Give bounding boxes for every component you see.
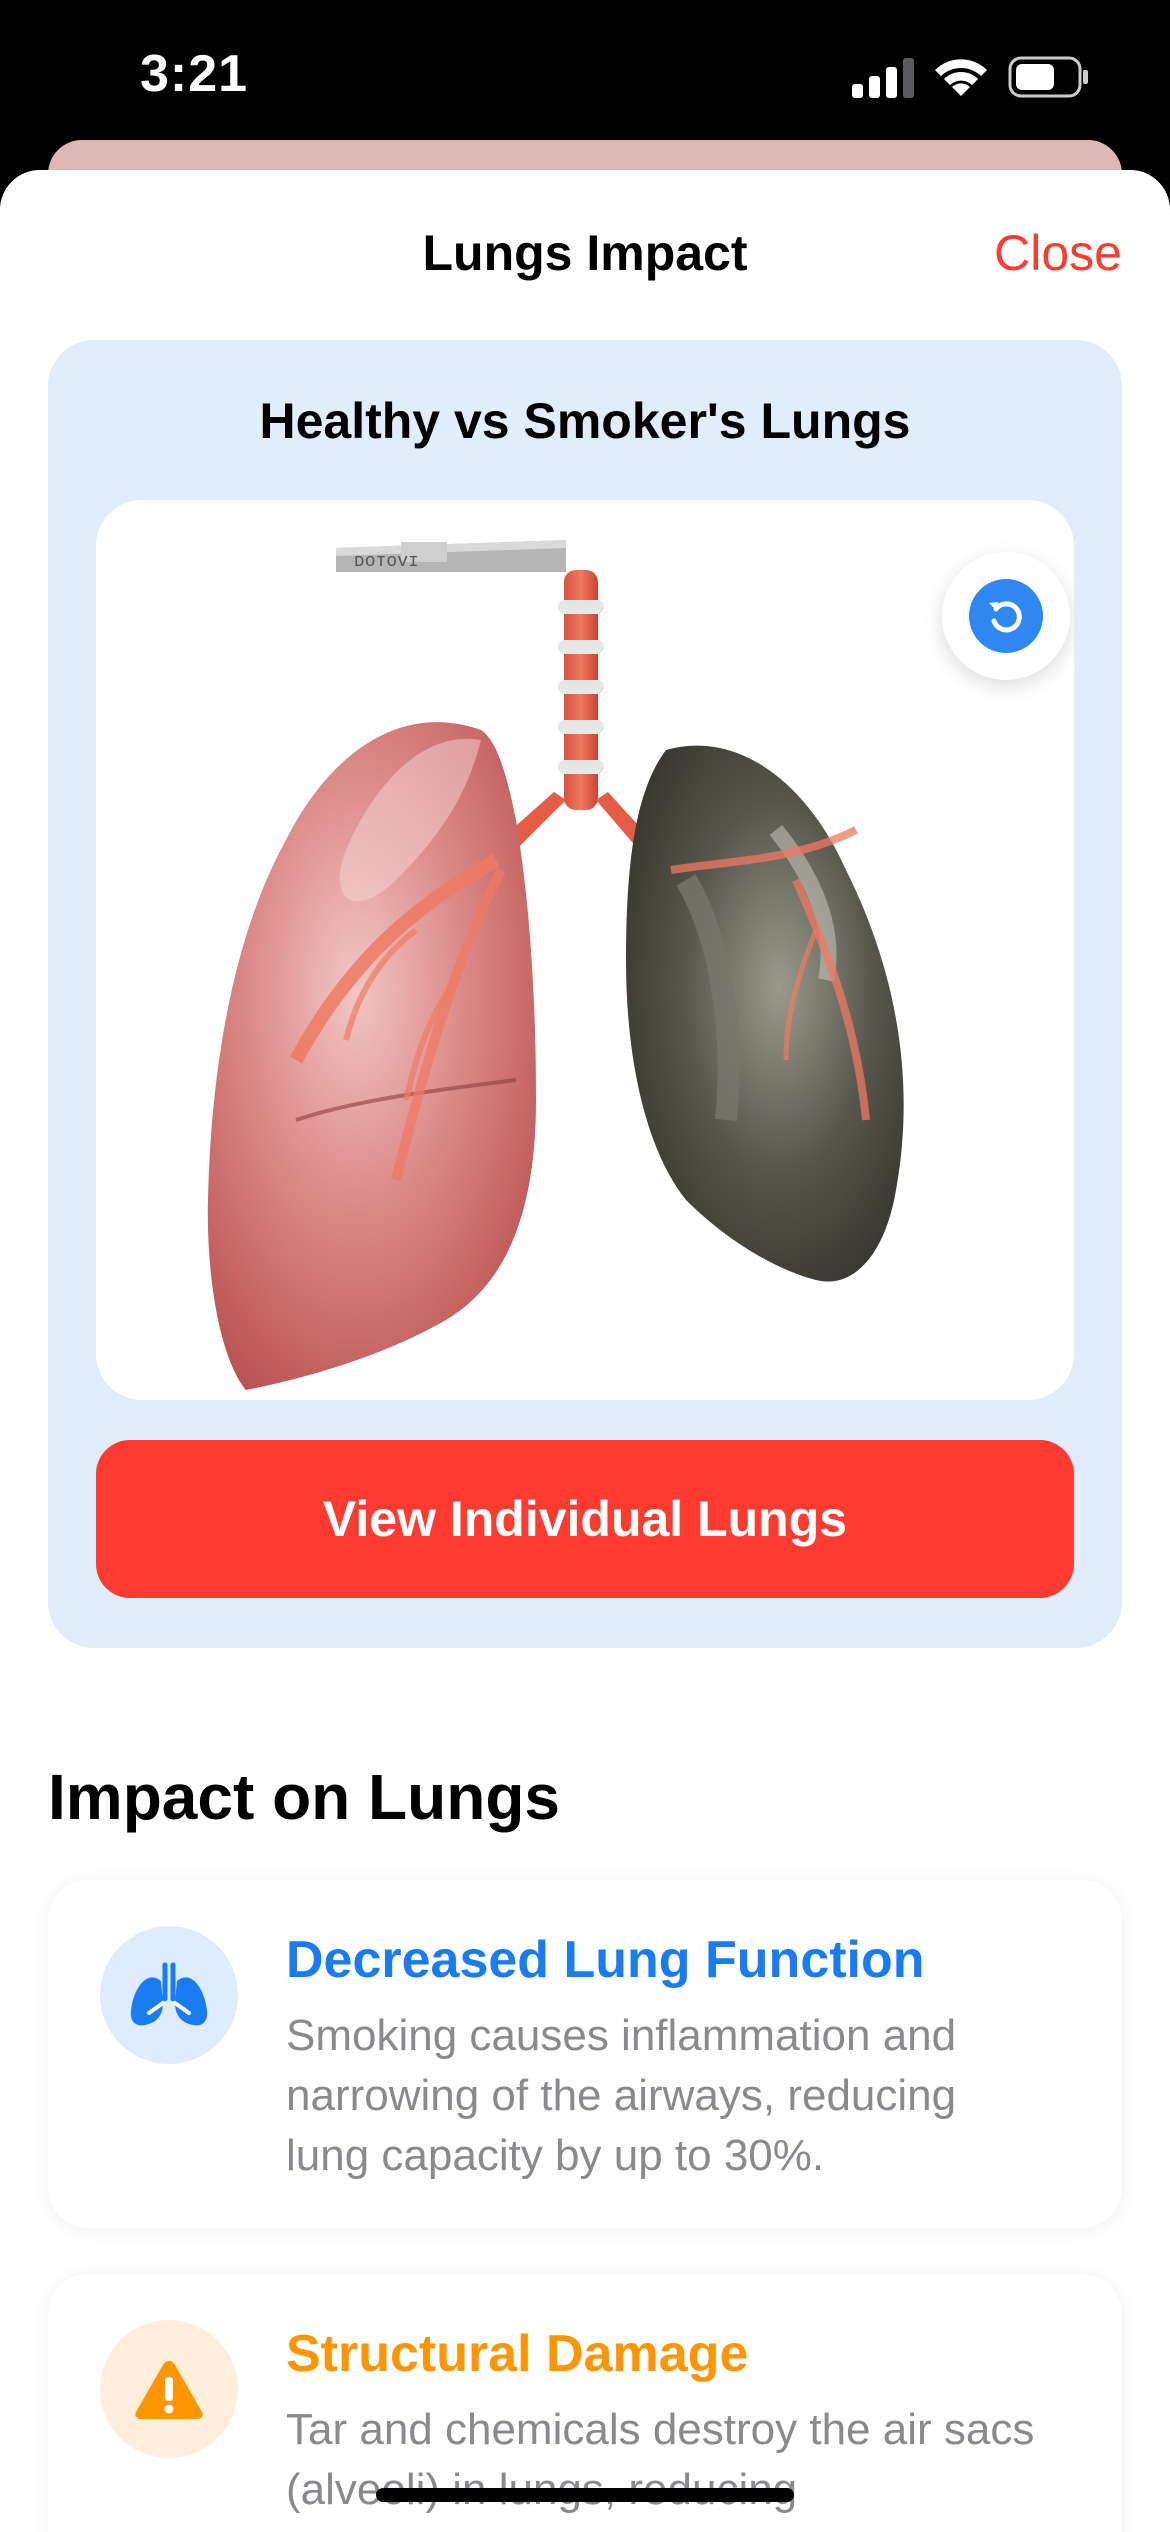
- model-stand-label: ᴅᴏᴛᴏᴠɪ: [354, 552, 419, 572]
- status-time: 3:21: [140, 45, 249, 103]
- reset-view-button[interactable]: [942, 552, 1070, 680]
- impact-description: Smoking causes inflammation and narrowin…: [286, 2011, 957, 2180]
- view-individual-lungs-button[interactable]: View Individual Lungs: [96, 1440, 1074, 1598]
- wifi-icon: [935, 59, 987, 96]
- impact-heading: Structural Damage: [286, 2325, 749, 2383]
- impact-heading: Decreased Lung Function: [286, 1931, 925, 1989]
- home-indicator[interactable]: [376, 2488, 794, 2502]
- lungs-impact-sheet: Lungs Impact Close Healthy vs Smoker's L…: [0, 170, 1170, 2532]
- impact-card[interactable]: Decreased Lung Function Smoking causes i…: [48, 1880, 1122, 2228]
- section-title: Impact on Lungs: [48, 1761, 560, 1833]
- sheet-header: Lungs Impact Close: [0, 170, 1170, 320]
- status-bar: 3:21: [0, 0, 1170, 150]
- sheet-content: Healthy vs Smoker's Lungs ᴅᴏᴛᴏᴠɪ View In…: [0, 320, 1170, 2532]
- lungs-icon: [130, 1962, 208, 2026]
- impact-icon-badge: [100, 1926, 238, 2064]
- battery-icon: [1008, 56, 1088, 98]
- warning-icon: [135, 2361, 203, 2419]
- cellular-signal-icon: [852, 58, 914, 98]
- rotate-ccw-icon: [989, 601, 1022, 633]
- lungs-comparison-card: Healthy vs Smoker's Lungs ᴅᴏᴛᴏᴠɪ View In…: [48, 340, 1122, 1648]
- close-button[interactable]: Close: [994, 224, 1122, 282]
- impact-description: Tar and chemicals destroy the air sacs (…: [286, 2405, 1035, 2514]
- comparison-title: Healthy vs Smoker's Lungs: [259, 393, 911, 449]
- impact-icon-badge: [100, 2320, 238, 2458]
- reset-icon-badge: [969, 579, 1043, 653]
- lungs-3d-model[interactable]: ᴅᴏᴛᴏᴠɪ: [96, 500, 1074, 1400]
- 3d-model-viewer[interactable]: ᴅᴏᴛᴏᴠɪ: [96, 500, 1074, 1400]
